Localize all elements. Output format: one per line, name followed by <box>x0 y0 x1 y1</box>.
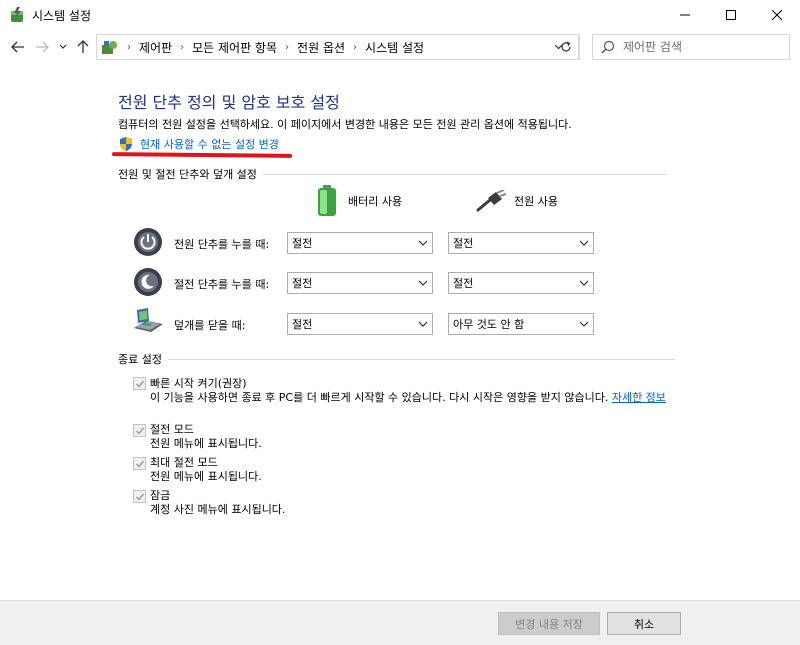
maximize-button[interactable] <box>708 0 754 30</box>
control-panel-icon <box>102 41 117 54</box>
power-buttons-section-header: 전원 및 절전 단추와 덮개 설정 <box>118 166 667 182</box>
column-battery-label: 배터리 사용 <box>348 195 403 208</box>
sleep-button-battery-select[interactable]: 절전 <box>287 272 433 294</box>
power-button-icon <box>134 228 162 256</box>
uac-shield-icon <box>120 137 132 151</box>
power-options-icon <box>11 7 23 22</box>
breadcrumb-separator-icon: › <box>127 41 131 53</box>
forward-button[interactable] <box>32 38 52 56</box>
section-label: 종료 설정 <box>118 353 162 366</box>
cancel-button[interactable]: 취소 <box>607 612 681 635</box>
battery-icon <box>318 185 336 216</box>
power-plug-icon <box>476 190 506 212</box>
arrow-left-icon <box>11 41 24 53</box>
select-value: 절전 <box>453 237 474 250</box>
column-power: 전원 사용 <box>476 190 558 212</box>
annotation-underline <box>111 152 293 158</box>
hibernate-checkbox[interactable] <box>133 457 146 470</box>
up-button[interactable] <box>74 38 92 56</box>
checkmark-icon <box>136 493 145 501</box>
chevron-down-icon <box>579 280 589 286</box>
select-value: 절전 <box>292 277 313 290</box>
search-icon <box>601 40 615 54</box>
lid-close-ac-select[interactable]: 아무 것도 안 함 <box>448 313 594 335</box>
breadcrumb-item-all-items[interactable]: 모든 제어판 항목 <box>192 39 277 56</box>
more-info-link[interactable]: 자세한 정보 <box>612 391 666 404</box>
hibernate-description: 전원 메뉴에 표시됩니다. <box>150 470 262 483</box>
power-button-ac-select[interactable]: 절전 <box>448 232 594 254</box>
address-bar[interactable]: › 제어판 › 모든 제어판 항목 › 전원 옵션 › 시스템 설정 <box>96 34 580 60</box>
refresh-icon <box>560 41 571 52</box>
arrow-up-icon <box>77 40 89 53</box>
fast-startup-title: 빠른 시작 켜기(권장) <box>150 377 247 390</box>
lock-title: 잠금 <box>150 489 171 502</box>
breadcrumb-item-control-panel[interactable]: 제어판 <box>139 39 172 56</box>
search-box[interactable] <box>592 34 790 60</box>
power-button-battery-select[interactable]: 절전 <box>287 232 433 254</box>
breadcrumb-separator-icon[interactable]: › <box>180 42 184 53</box>
search-input[interactable] <box>623 35 783 59</box>
sleep-description: 전원 메뉴에 표시됩니다. <box>150 437 262 450</box>
power-button-label: 전원 단추를 누를 때: <box>174 238 270 251</box>
title-bar: 시스템 설정 <box>0 0 800 30</box>
chevron-down-icon <box>418 321 428 327</box>
recent-locations-button[interactable] <box>56 38 70 56</box>
section-label: 전원 및 절전 단추와 덮개 설정 <box>118 168 257 181</box>
chevron-down-icon <box>579 321 589 327</box>
checkmark-icon <box>136 380 145 388</box>
sleep-title: 절전 모드 <box>150 423 194 436</box>
select-value: 절전 <box>292 237 313 250</box>
footer-bar: 변경 내용 저장 취소 <box>0 600 800 645</box>
navigation-bar: › 제어판 › 모든 제어판 항목 › 전원 옵션 › 시스템 설정 <box>0 30 800 64</box>
lid-close-label: 덮개를 닫을 때: <box>174 319 246 332</box>
sleep-checkbox[interactable] <box>133 424 146 437</box>
maximize-icon <box>726 10 736 20</box>
close-icon <box>772 10 782 20</box>
hibernate-title: 최대 절전 모드 <box>150 456 218 469</box>
breadcrumb: › 제어판 › 모든 제어판 항목 › 전원 옵션 › 시스템 설정 <box>119 35 424 59</box>
breadcrumb-separator-icon[interactable]: › <box>285 42 289 53</box>
sleep-button-icon <box>134 268 162 296</box>
sleep-button-label: 절전 단추를 누를 때: <box>174 278 270 291</box>
select-value: 절전 <box>292 318 313 331</box>
minimize-button[interactable] <box>662 0 708 30</box>
sleep-button-ac-select[interactable]: 절전 <box>448 272 594 294</box>
laptop-lid-icon <box>134 308 163 332</box>
page-description: 컴퓨터의 전원 설정을 선택하세요. 이 페이지에서 변경한 내용은 모든 전원… <box>118 118 572 131</box>
shutdown-section-header: 종료 설정 <box>118 351 675 367</box>
fast-startup-desc-text: 이 기능을 사용하면 종료 후 PC를 더 빠르게 시작할 수 있습니다. 다시… <box>150 391 609 404</box>
change-link-label[interactable]: 현재 사용할 수 없는 설정 변경 <box>140 136 279 152</box>
breadcrumb-item-system-settings[interactable]: 시스템 설정 <box>365 39 424 56</box>
checkmark-icon <box>136 427 145 435</box>
lock-description: 계정 사진 메뉴에 표시됩니다. <box>150 503 286 516</box>
breadcrumb-separator-icon[interactable]: › <box>353 42 357 53</box>
lid-close-battery-select[interactable]: 절전 <box>287 313 433 335</box>
arrow-right-icon <box>36 41 49 53</box>
select-value: 절전 <box>453 277 474 290</box>
refresh-button[interactable] <box>553 34 579 60</box>
back-button[interactable] <box>8 38 28 56</box>
column-battery: 배터리 사용 <box>316 185 402 217</box>
save-changes-button[interactable]: 변경 내용 저장 <box>498 612 600 635</box>
window-title: 시스템 설정 <box>32 9 92 23</box>
close-button[interactable] <box>754 0 800 30</box>
section-divider <box>167 358 675 360</box>
section-divider <box>262 173 667 175</box>
column-power-label: 전원 사용 <box>514 195 558 208</box>
select-value: 아무 것도 안 함 <box>453 318 525 331</box>
fast-startup-checkbox[interactable] <box>133 377 146 390</box>
page-title: 전원 단추 정의 및 암호 보호 설정 <box>118 93 340 112</box>
change-unavailable-settings-link[interactable]: 현재 사용할 수 없는 설정 변경 <box>118 136 279 152</box>
chevron-down-icon <box>59 44 67 49</box>
minimize-icon <box>680 14 690 16</box>
chevron-down-icon <box>579 240 589 246</box>
chevron-down-icon <box>418 240 428 246</box>
lock-checkbox[interactable] <box>133 490 146 503</box>
fast-startup-description: 이 기능을 사용하면 종료 후 PC를 더 빠르게 시작할 수 있습니다. 다시… <box>150 390 680 405</box>
breadcrumb-item-power-options[interactable]: 전원 옵션 <box>297 39 345 56</box>
chevron-down-icon <box>418 280 428 286</box>
checkmark-icon <box>136 460 145 468</box>
